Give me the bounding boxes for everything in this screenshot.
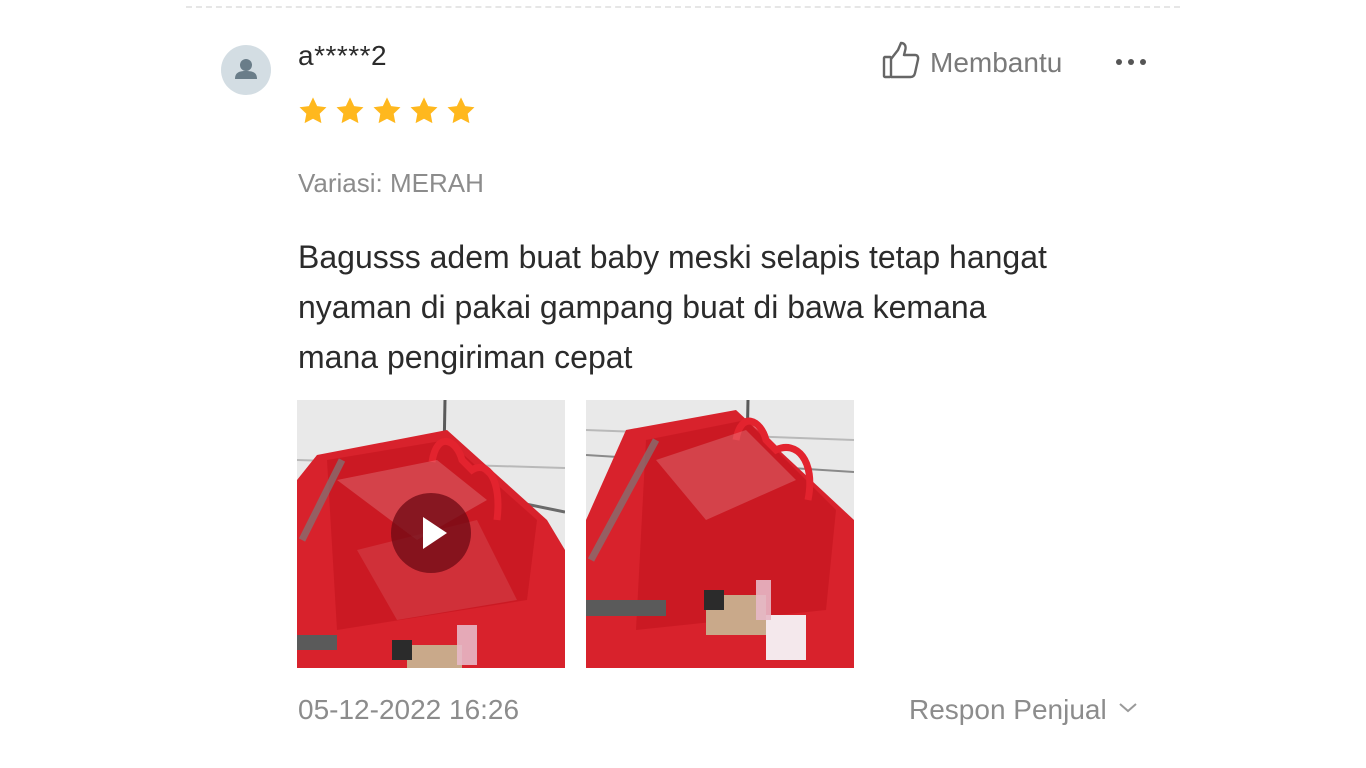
review-video-thumbnail[interactable] <box>297 400 565 668</box>
more-horizontal-icon <box>1116 59 1146 65</box>
review-text-line: Bagusss adem buat baby meski selapis tet… <box>298 239 1047 275</box>
seller-reply-toggle[interactable]: Respon Penjual <box>909 694 1139 726</box>
star-icon <box>445 95 477 127</box>
review-photo-thumbnail[interactable] <box>586 400 854 668</box>
more-options-button[interactable] <box>1114 46 1148 76</box>
thumbs-up-icon <box>882 40 920 85</box>
product-variation: Variasi: MERAH <box>298 168 484 198</box>
helpful-button[interactable]: Membantu <box>882 40 1062 85</box>
star-icon <box>408 95 440 127</box>
divider <box>186 6 1180 8</box>
user-icon <box>235 59 257 79</box>
helpful-label: Membantu <box>930 46 1063 78</box>
review-timestamp: 05-12-2022 16:26 <box>298 694 520 725</box>
avatar <box>221 45 271 95</box>
star-icon <box>334 95 366 127</box>
seller-reply-label: Respon Penjual <box>909 694 1107 725</box>
play-video-button[interactable] <box>391 493 471 573</box>
review-card: a*****2 Membantu Variasi: MERAH Bagusss … <box>0 0 1366 768</box>
reviewer-username: a*****2 <box>298 40 388 71</box>
star-rating <box>297 95 477 127</box>
product-photo <box>586 400 854 668</box>
star-icon <box>371 95 403 127</box>
chevron-down-icon <box>1117 700 1139 721</box>
play-icon <box>423 517 447 549</box>
review-text: Bagusss adem buat baby meski selapis tet… <box>298 232 1158 382</box>
review-text-line: nyaman di pakai gampang buat di bawa kem… <box>298 289 987 325</box>
review-text-line: mana pengiriman cepat <box>298 339 633 375</box>
star-icon <box>297 95 329 127</box>
